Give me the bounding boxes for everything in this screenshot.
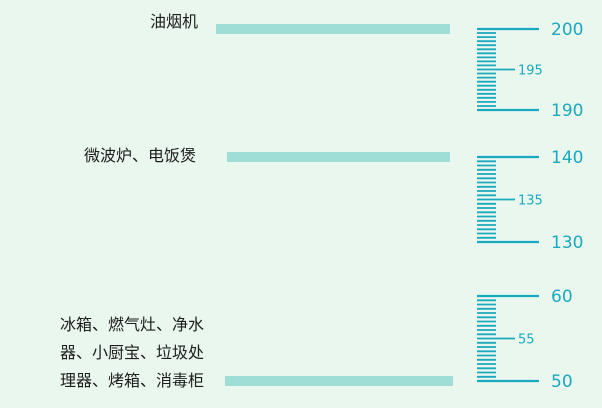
axis-tick-label: 195 [518,64,543,79]
bar [225,376,453,386]
axis-tick-label: 60 [551,287,573,307]
axis-tick-label: 135 [518,194,543,209]
axis-tick-label: 200 [551,20,583,40]
chart-stage: 190 200 195 130 140 135 50 60 55 油烟机微波炉、电饭煲冰箱、燃气… [0,0,602,408]
category-label: 冰箱、燃气灶、净水 器、小厨宝、垃圾处 理器、烤箱、消毒柜 [59,315,204,390]
bar [227,152,450,162]
category-label: 微波炉、电饭煲 [83,146,196,165]
bar [216,24,450,34]
axis-tick-label: 190 [551,101,583,121]
axis-tick-label: 130 [551,233,583,253]
category-label: 油烟机 [149,12,198,31]
axis-tick-label: 140 [551,148,583,168]
axis-tick-label: 50 [551,372,573,392]
axis-tick-label: 55 [518,333,535,348]
